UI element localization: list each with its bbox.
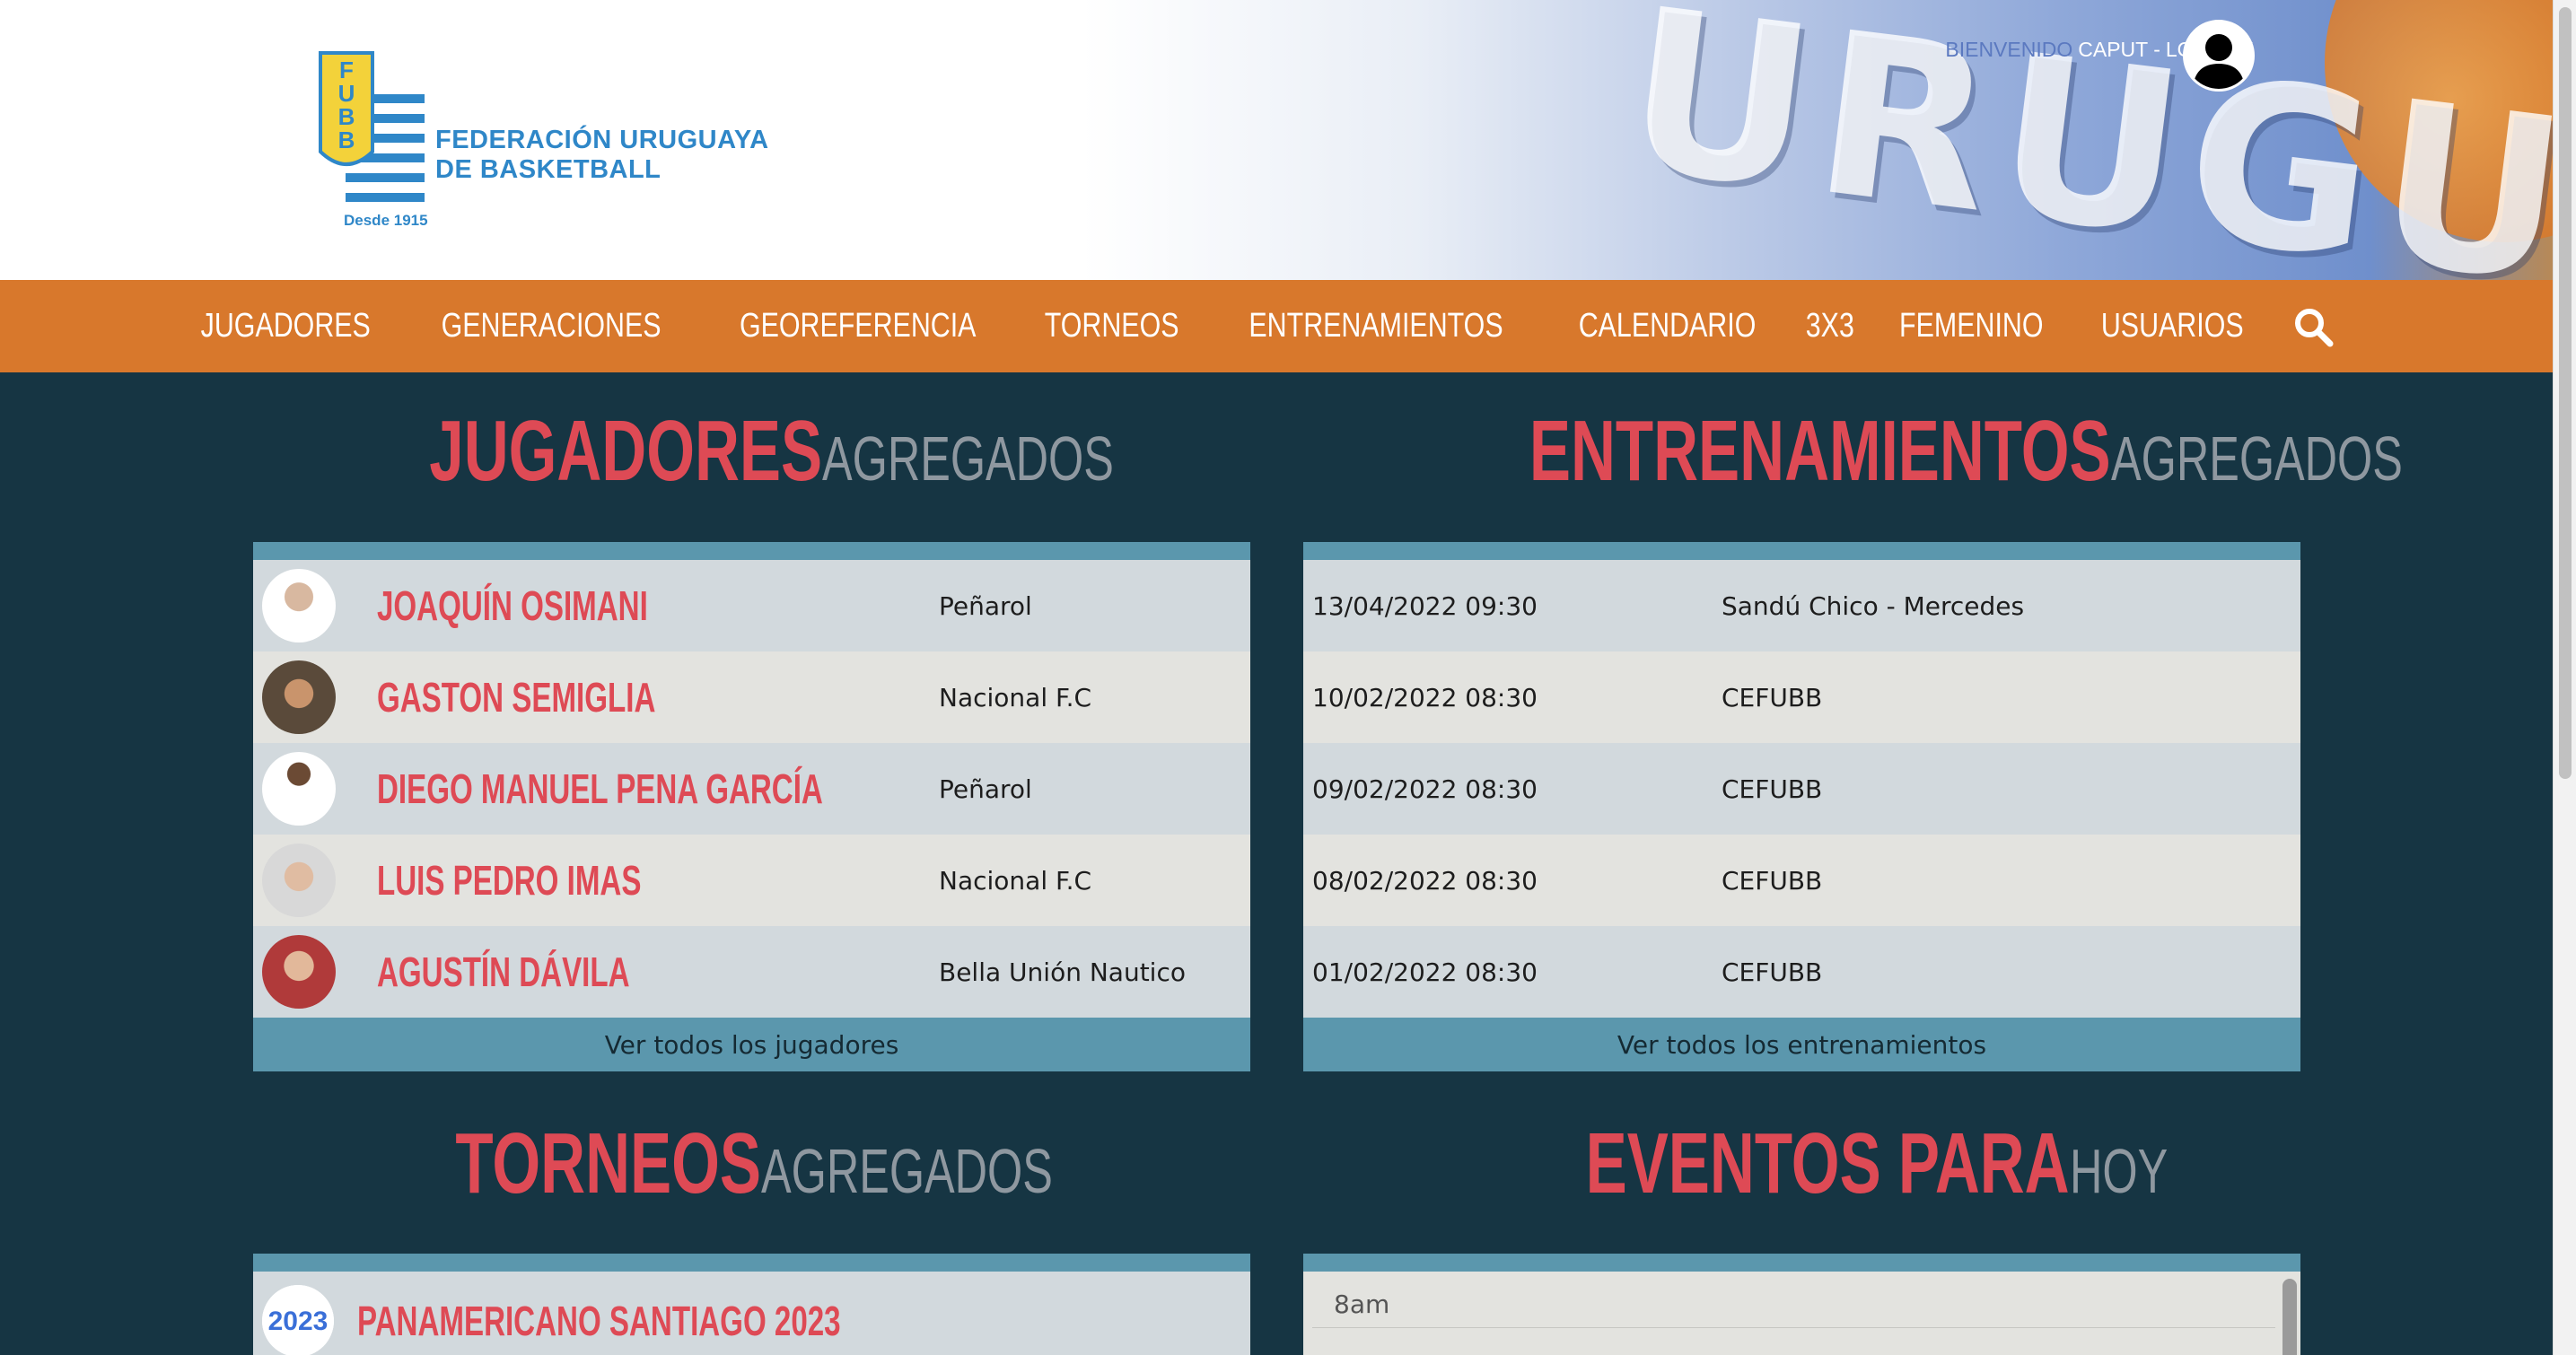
tournament-row[interactable]: 2023 PANAMERICANO SANTIAGO 2023 [253, 1272, 1250, 1355]
player-row[interactable]: DIEGO MANUEL PENA GARCÍA Peñarol [253, 743, 1250, 835]
player-photo [262, 660, 336, 734]
org-name-line2: DE BASKETBALL [435, 155, 662, 184]
players-section-title: JUGADORESAGREGADOS [253, 402, 1250, 501]
nav-georeferencia[interactable]: GEOREFERENCIA [731, 307, 985, 345]
separator: - [2153, 38, 2160, 61]
nav-generaciones[interactable]: GENERACIONES [433, 307, 670, 345]
events-section-title: EVENTOS PARAHOY [1303, 1115, 2300, 1213]
santiago-logo-icon: 2023 [262, 1285, 334, 1355]
player-name[interactable]: DIEGO MANUEL PENA GARCÍA [377, 765, 823, 813]
page-scrollbar-thumb[interactable] [2559, 7, 2572, 779]
trainings-section-title: ENTRENAMIENTOSAGREGADOS [1303, 402, 2403, 501]
trainings-title-bold: ENTRENAMIENTOS [1529, 403, 2111, 499]
training-row[interactable]: 10/02/2022 08:30 CEFUBB [1303, 651, 2300, 743]
player-photo [262, 935, 336, 1009]
training-place: CEFUBB [1722, 957, 1823, 987]
calendar-divider [1312, 1327, 2275, 1328]
org-name: FEDERACIÓN URUGUAYA DE BASKETBALL [435, 126, 769, 185]
tournament-logo: 2023 [262, 1285, 334, 1355]
player-name[interactable]: JOAQUÍN OSIMANI [377, 581, 648, 630]
player-club: Nacional F.C [939, 682, 1092, 712]
training-date: 09/02/2022 08:30 [1312, 774, 1538, 804]
player-photo [262, 752, 336, 826]
nav-entrenamientos[interactable]: ENTRENAMIENTOS [1240, 307, 1511, 345]
view-all-trainings-link[interactable]: Ver todos los entrenamientos [1303, 1018, 2300, 1071]
training-row[interactable]: 01/02/2022 08:30 CEFUBB [1303, 926, 2300, 1018]
tournaments-panel: 2023 PANAMERICANO SANTIAGO 2023 [253, 1254, 1250, 1355]
player-row[interactable]: GASTON SEMIGLIA Nacional F.C [253, 651, 1250, 743]
site-header: URUGUAY F U B B FEDERACIÓN URUGUAYA DE B… [0, 0, 2576, 280]
training-place: CEFUBB [1722, 774, 1823, 804]
search-icon[interactable] [2291, 304, 2335, 349]
training-place: Sandú Chico - Mercedes [1722, 590, 2025, 621]
player-row[interactable]: JOAQUÍN OSIMANI Peñarol [253, 560, 1250, 651]
player-club: Nacional F.C [939, 865, 1092, 896]
view-all-players-link[interactable]: Ver todos los jugadores [253, 1018, 1250, 1071]
tournaments-title-light: AGREGADOS [761, 1136, 1054, 1206]
nav-torneos[interactable]: TORNEOS [1036, 307, 1187, 345]
events-calendar[interactable]: 8am [1303, 1272, 2300, 1355]
training-date: 13/04/2022 09:30 [1312, 590, 1538, 621]
player-name[interactable]: GASTON SEMIGLIA [377, 673, 655, 721]
events-title-light: HOY [2069, 1136, 2169, 1206]
trainings-title-light: AGREGADOS [2110, 424, 2403, 494]
training-place: CEFUBB [1722, 682, 1823, 712]
players-panel: JOAQUÍN OSIMANI Peñarol GASTON SEMIGLIA … [253, 542, 1250, 1071]
tournaments-section-title: TORNEOSAGREGADOS [253, 1115, 1250, 1213]
org-name-line1: FEDERACIÓN URUGUAYA [435, 126, 769, 154]
nav-jugadores[interactable]: JUGADORES [193, 307, 380, 345]
players-title-bold: JUGADORES [429, 403, 822, 499]
main-nav: JUGADORES GENERACIONES GEOREFERENCIA TOR… [0, 280, 2576, 372]
nav-femenino[interactable]: FEMENINO [1891, 307, 2053, 345]
player-club: Peñarol [939, 774, 1032, 804]
player-photo [262, 844, 336, 917]
player-name[interactable]: AGUSTÍN DÁVILA [377, 948, 630, 996]
welcome-label: BIENVENIDO [1945, 38, 2073, 61]
training-row[interactable]: 09/02/2022 08:30 CEFUBB [1303, 743, 2300, 835]
training-date: 08/02/2022 08:30 [1312, 865, 1538, 896]
user-avatar[interactable] [2183, 20, 2255, 92]
player-club: Bella Unión Nautico [939, 957, 1186, 987]
fubb-logo[interactable]: F U B B [319, 51, 426, 226]
training-place: CEFUBB [1722, 865, 1823, 896]
events-title-bold: EVENTOS PARA [1585, 1115, 2070, 1211]
player-row[interactable]: AGUSTÍN DÁVILA Bella Unión Nautico [253, 926, 1250, 1018]
nav-usuarios[interactable]: USUARIOS [2092, 307, 2252, 345]
player-name[interactable]: LUIS PEDRO IMAS [377, 856, 641, 905]
username-label: CAPUT [2078, 38, 2149, 61]
players-title-light: AGREGADOS [821, 424, 1114, 494]
training-row[interactable]: 08/02/2022 08:30 CEFUBB [1303, 835, 2300, 926]
nav-calendario[interactable]: CALENDARIO [1570, 307, 1765, 345]
tournament-name[interactable]: PANAMERICANO SANTIAGO 2023 [357, 1297, 841, 1345]
page-scrollbar[interactable] [2553, 0, 2576, 1355]
player-club: Peñarol [939, 590, 1032, 621]
trainings-panel: 13/04/2022 09:30 Sandú Chico - Mercedes … [1303, 542, 2300, 1071]
player-row[interactable]: LUIS PEDRO IMAS Nacional F.C [253, 835, 1250, 926]
player-photo [262, 569, 336, 643]
calendar-time-label: 8am [1334, 1289, 1390, 1319]
tournaments-title-bold: TORNEOS [455, 1115, 762, 1211]
nav-3x3[interactable]: 3X3 [1797, 307, 1862, 345]
training-row[interactable]: 13/04/2022 09:30 Sandú Chico - Mercedes [1303, 560, 2300, 651]
calendar-scrollbar[interactable] [2282, 1279, 2297, 1355]
svg-text:B: B [338, 127, 355, 153]
tournament-logo-text: 2023 [268, 1307, 329, 1336]
founded-label: Desde 1915 [344, 212, 428, 229]
training-date: 01/02/2022 08:30 [1312, 957, 1538, 987]
user-silhouette-icon [2193, 34, 2245, 89]
events-panel: 8am [1303, 1254, 2300, 1355]
training-date: 10/02/2022 08:30 [1312, 682, 1538, 712]
